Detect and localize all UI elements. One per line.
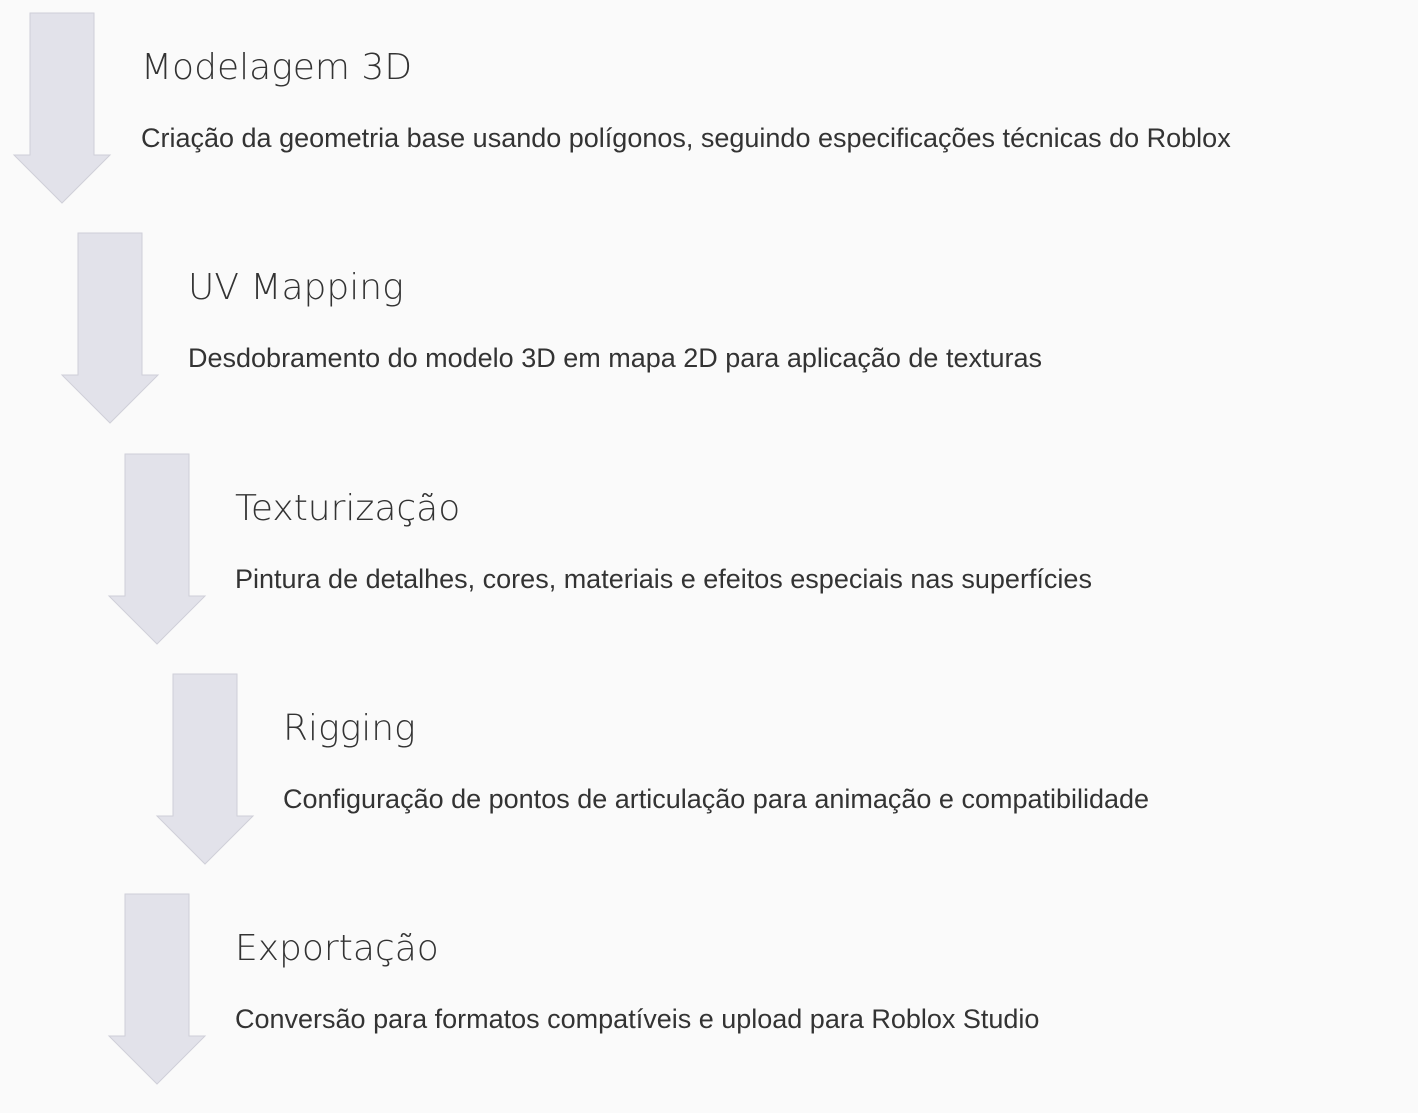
step-title: Rigging bbox=[283, 708, 416, 749]
step-title: Modelagem 3D bbox=[141, 47, 413, 88]
step-title: UV Mapping bbox=[188, 267, 404, 308]
step-description: Pintura de detalhes, cores, materiais e … bbox=[235, 564, 1092, 594]
down-arrow-icon bbox=[107, 893, 207, 1085]
down-arrow-icon bbox=[60, 232, 160, 424]
step-description: Desdobramento do modelo 3D em mapa 2D pa… bbox=[188, 343, 1042, 373]
step-description: Configuração de pontos de articulação pa… bbox=[283, 784, 1150, 814]
step-texturizacao: Texturização Pintura de detalhes, cores,… bbox=[0, 453, 1418, 673]
step-uv-mapping: UV Mapping Desdobramento do modelo 3D em… bbox=[0, 232, 1418, 452]
step-exportacao: Exportação Conversão para formatos compa… bbox=[0, 893, 1418, 1113]
step-title: Texturização bbox=[235, 488, 461, 529]
down-arrow-icon bbox=[12, 12, 112, 204]
down-arrow-icon bbox=[107, 453, 207, 645]
step-description: Conversão para formatos compatíveis e up… bbox=[235, 1004, 1040, 1034]
step-modelagem-3d: Modelagem 3D Criação da geometria base u… bbox=[0, 12, 1418, 232]
step-description: Criação da geometria base usando polígon… bbox=[141, 123, 1231, 153]
step-rigging: Rigging Configuração de pontos de articu… bbox=[0, 673, 1418, 893]
down-arrow-icon bbox=[155, 673, 255, 865]
step-title: Exportação bbox=[235, 928, 439, 969]
